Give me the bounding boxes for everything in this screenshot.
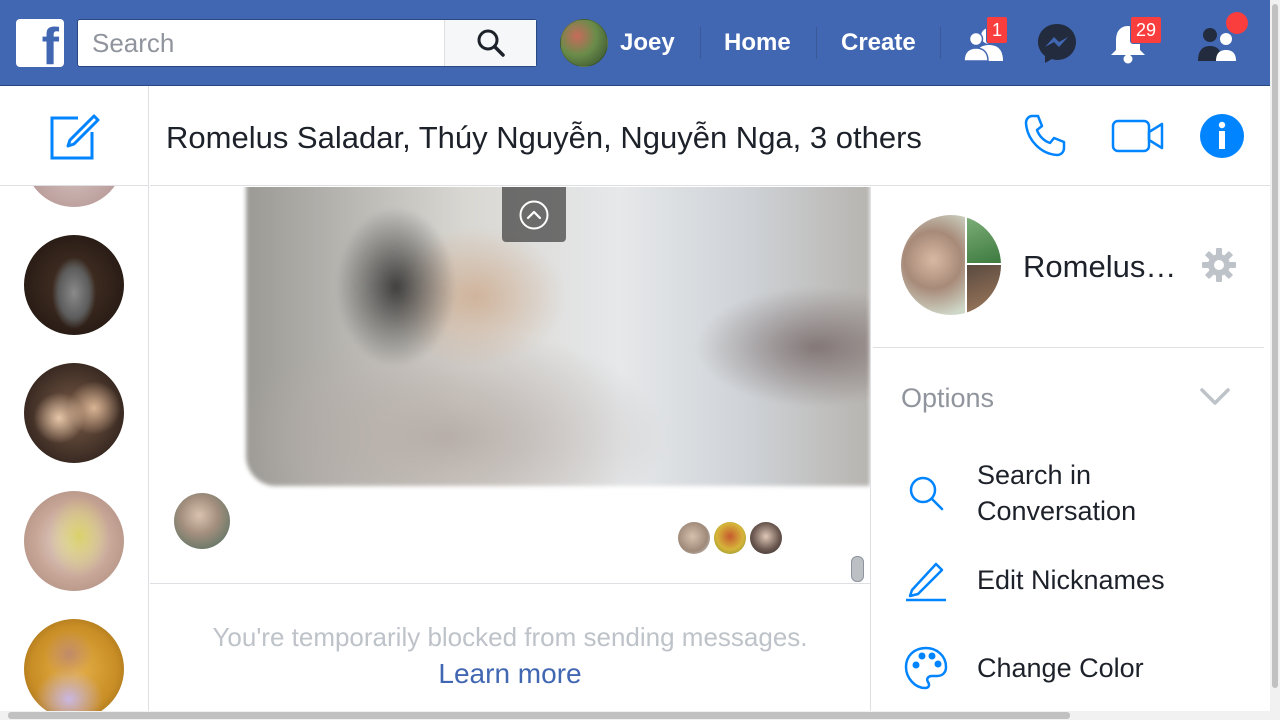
- friend-requests-button[interactable]: 1: [958, 16, 1010, 66]
- home-link[interactable]: Home: [724, 19, 791, 67]
- palette-icon: [901, 643, 951, 693]
- notifications-badge: 29: [1130, 16, 1163, 44]
- chevron-up-circle-icon: [519, 200, 549, 229]
- message-list[interactable]: [150, 187, 870, 583]
- group-name: Romelus…: [1023, 249, 1177, 284]
- nav-divider: [940, 27, 941, 59]
- expand-media-button[interactable]: [502, 187, 566, 242]
- sender-avatar[interactable]: [174, 493, 230, 549]
- option-label: Edit Nicknames: [977, 565, 1165, 595]
- conversation-details-panel: Romelus… Options Search in Conversation …: [870, 187, 1270, 711]
- blocked-notice: You're temporarily blocked from sending …: [212, 622, 808, 652]
- phone-icon: [1024, 114, 1066, 157]
- thread-avatar[interactable]: [24, 619, 124, 719]
- conversation-title: Romelus Saladar, Thúy Nguyễn, Nguyễn Nga…: [166, 120, 922, 155]
- option-label: Search in Conversation: [977, 460, 1137, 526]
- home-label: Home: [724, 29, 791, 56]
- account-settings-button[interactable]: [1192, 12, 1248, 66]
- profile-name: Joey: [620, 29, 675, 56]
- conversation-settings-button[interactable]: [1201, 247, 1237, 283]
- facebook-logo[interactable]: f: [16, 19, 64, 67]
- option-label: Change Color: [977, 653, 1144, 683]
- video-call-button[interactable]: [1108, 110, 1168, 162]
- chevron-down-icon: [1200, 388, 1230, 405]
- edit-nicknames-option[interactable]: Edit Nicknames: [901, 555, 1251, 605]
- messenger-button[interactable]: [1031, 20, 1083, 66]
- thread-avatar[interactable]: [24, 363, 124, 463]
- conversation-header: Romelus Saladar, Thúy Nguyễn, Nguyễn Nga…: [150, 86, 1270, 186]
- create-label: Create: [841, 29, 916, 56]
- nav-divider: [816, 27, 817, 59]
- composer-area: You're temporarily blocked from sending …: [150, 583, 870, 711]
- avatar: [560, 19, 608, 67]
- thread-avatar[interactable]: [24, 235, 124, 335]
- thread-avatar[interactable]: [24, 491, 124, 591]
- create-link[interactable]: Create: [841, 19, 916, 67]
- compose-icon: [50, 114, 100, 159]
- message-list-scrollbar[interactable]: [851, 556, 864, 582]
- nav-divider: [700, 27, 701, 59]
- top-navigation-bar: f Joey Home Create 1: [0, 0, 1270, 86]
- video-camera-icon: [1111, 119, 1164, 153]
- search-button[interactable]: [444, 20, 536, 66]
- panel-divider: [873, 347, 1264, 348]
- learn-more-link[interactable]: Learn more: [150, 658, 870, 690]
- seen-by-avatar[interactable]: [678, 522, 710, 554]
- options-toggle[interactable]: [1197, 383, 1233, 411]
- group-photo[interactable]: [901, 215, 1001, 315]
- search-in-conversation-option[interactable]: Search in Conversation: [901, 457, 1251, 529]
- friend-requests-badge: 1: [986, 16, 1009, 44]
- notifications-button[interactable]: 29: [1102, 16, 1163, 66]
- thread-list: [0, 86, 149, 720]
- seen-by-avatar[interactable]: [714, 522, 746, 554]
- account-alert-dot: [1226, 12, 1248, 34]
- profile-link[interactable]: Joey: [560, 19, 675, 67]
- info-icon: [1200, 114, 1244, 158]
- search-input[interactable]: [78, 20, 446, 66]
- change-color-option[interactable]: Change Color: [901, 643, 1251, 693]
- seen-by-avatar[interactable]: [750, 522, 782, 554]
- search-icon: [901, 468, 951, 518]
- search-box: [77, 19, 537, 67]
- voice-call-button[interactable]: [1020, 110, 1072, 162]
- search-icon: [477, 29, 505, 57]
- horizontal-scrollbar[interactable]: [8, 712, 1070, 719]
- conversation-info-button[interactable]: [1196, 110, 1248, 162]
- gear-icon: [1202, 248, 1236, 282]
- vertical-scrollbar[interactable]: [1272, 4, 1278, 688]
- options-heading: Options: [901, 383, 995, 413]
- new-message-button[interactable]: [0, 86, 148, 186]
- messenger-icon: [1038, 24, 1076, 63]
- pencil-icon: [901, 555, 951, 605]
